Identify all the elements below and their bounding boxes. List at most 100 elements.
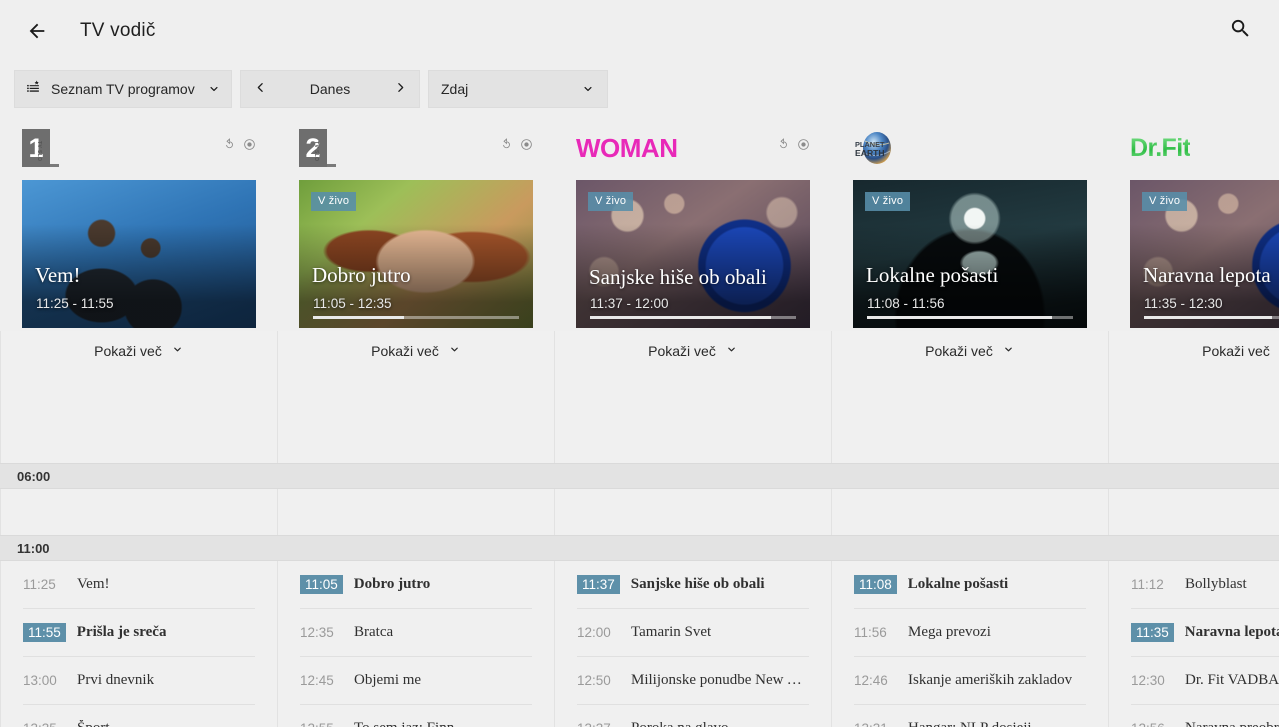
- program-name: Vem!: [77, 576, 110, 592]
- program-name: Hangar: NLP dosjeji: [908, 720, 1032, 727]
- program-row[interactable]: 11:25 Vem!: [23, 561, 255, 609]
- channel-header-dr-fit: Dr.Fit: [1108, 118, 1279, 178]
- program-row[interactable]: 11:05 Dobro jutro: [300, 561, 532, 609]
- program-name: Naravna preobrazba: [1185, 720, 1279, 727]
- program-row[interactable]: 11:12 Bollyblast: [1131, 561, 1279, 609]
- record-icon[interactable]: [797, 138, 810, 156]
- program-name: Sanjske hiše ob obali: [630, 576, 765, 592]
- program-row[interactable]: 11:56 Mega prevozi: [854, 609, 1086, 657]
- featured-program-card[interactable]: Vem! 11:25 - 11:55: [22, 180, 256, 328]
- program-name: Objemi me: [354, 672, 422, 688]
- progress-bar: [1144, 316, 1279, 319]
- program-name: Prvi dnevnik: [77, 672, 155, 688]
- featured-program-card[interactable]: V živo Dobro jutro 11:05 - 12:35: [299, 180, 533, 328]
- show-more-button[interactable]: Pokaži več: [23, 331, 255, 371]
- channel-logo-dr-fit[interactable]: Dr.Fit: [1130, 134, 1191, 163]
- featured-program-time: 11:37 - 12:00: [590, 296, 669, 311]
- channel-actions: [777, 138, 810, 156]
- replay-icon[interactable]: [223, 138, 236, 156]
- show-more-button[interactable]: Pokaži več: [1131, 331, 1279, 371]
- day-selector[interactable]: Danes: [240, 70, 420, 108]
- featured-program-card[interactable]: V živo Sanjske hiše ob obali 11:37 - 12:00: [576, 180, 810, 328]
- channel-list-dropdown[interactable]: Seznam TV programov: [14, 70, 232, 108]
- program-time: 12:56: [1131, 721, 1185, 727]
- replay-icon[interactable]: [500, 138, 513, 156]
- program-row[interactable]: 11:37 Sanjske hiše ob obali: [577, 561, 809, 609]
- search-button[interactable]: [1217, 8, 1263, 54]
- featured-program-card[interactable]: V živo Lokalne pošasti 11:08 - 11:56: [853, 180, 1087, 328]
- program-row[interactable]: 13:31Hangar: NLP dosjeji: [854, 705, 1086, 727]
- featured-program-card[interactable]: V živo Naravna lepota 11:35 - 12:30: [1130, 180, 1279, 328]
- channel-logo-row: 1 TV SLO 2 TV SLO WOMAN PLANET EARTH Dr.Fit: [0, 118, 1279, 178]
- program-name: Bratca: [354, 624, 394, 640]
- program-row[interactable]: 13:35Šport: [23, 705, 255, 727]
- program-time: 12:00: [577, 625, 611, 640]
- live-badge: V živo: [1142, 192, 1188, 211]
- show-more-label: Pokaži več: [648, 343, 716, 359]
- replay-icon[interactable]: [777, 138, 790, 156]
- featured-program-title: Dobro jutro: [312, 263, 411, 287]
- program-row[interactable]: 12:45 Objemi me: [300, 657, 532, 705]
- program-row[interactable]: 11:08 Lokalne pošasti: [854, 561, 1086, 609]
- channel-logo-woman[interactable]: WOMAN: [576, 133, 678, 164]
- progress-fill: [867, 316, 1053, 319]
- earlier-block: Pokaži več: [1, 331, 277, 371]
- program-time: 11:12: [1131, 577, 1164, 592]
- progress-bar: [867, 316, 1073, 319]
- listing-column-planet-earth: Pokaži več 11:08 Lokalne pošasti 11:56 Mega …: [831, 331, 1109, 727]
- program-row[interactable]: 12:50 Milijonske ponudbe New Y…: [577, 657, 809, 705]
- previous-day-button[interactable]: [249, 74, 271, 104]
- record-icon[interactable]: [243, 138, 256, 156]
- program-row[interactable]: 12:35 Bratca: [300, 609, 532, 657]
- featured-program-title: Vem!: [35, 263, 81, 287]
- program-time: 12:50: [577, 673, 611, 688]
- progress-bar: [590, 316, 796, 319]
- program-time: 12:46: [854, 673, 888, 688]
- chevron-right-icon: [394, 81, 407, 97]
- listing-column-tv-slo-1: Pokaži več 11:25 Vem! 11:55 Prišla je sreča 1…: [0, 331, 278, 727]
- channel-logo-tv-slo-1[interactable]: 1 TV SLO: [22, 129, 59, 167]
- channel-actions: [223, 138, 256, 156]
- show-more-button[interactable]: Pokaži več: [854, 331, 1086, 371]
- program-row[interactable]: 11:35 Naravna lepota: [1131, 609, 1279, 657]
- back-button[interactable]: [14, 8, 60, 54]
- featured-program-title: Sanjske hiše ob obali: [589, 265, 767, 289]
- program-name: Mega prevozi: [908, 624, 991, 640]
- program-row[interactable]: 12:46 Iskanje ameriških zakladov: [854, 657, 1086, 705]
- channel-header-woman: WOMAN: [554, 118, 832, 178]
- program-row[interactable]: 12:30 Dr. Fit VADBA: [1131, 657, 1279, 705]
- program-row[interactable]: 13:00 Prvi dnevnik: [23, 657, 255, 705]
- chevron-down-icon: [207, 82, 221, 96]
- program-time: 11:25: [23, 577, 56, 592]
- program-name: Naravna lepota: [1184, 624, 1279, 640]
- program-row[interactable]: 12:00 Tamarin Svet: [577, 609, 809, 657]
- program-name: Tamarin Svet: [631, 624, 712, 640]
- program-time: 13:35: [23, 721, 77, 727]
- chevron-down-icon: [581, 82, 595, 96]
- featured-program-time: 11:08 - 11:56: [867, 296, 945, 311]
- program-name: Šport: [77, 720, 110, 727]
- record-icon[interactable]: [520, 138, 533, 156]
- app-bar: TV vodič: [0, 0, 1279, 62]
- featured-cell-dr-fit: V živo Naravna lepota 11:35 - 12:30: [1108, 178, 1279, 331]
- show-more-button[interactable]: Pokaži več: [577, 331, 809, 371]
- show-more-label: Pokaži več: [1202, 343, 1270, 359]
- show-more-label: Pokaži več: [925, 343, 993, 359]
- channel-actions: [500, 138, 533, 156]
- program-name: To sem jaz: Finn: [354, 720, 454, 727]
- program-row[interactable]: 11:55 Prišla je sreča: [23, 609, 255, 657]
- earlier-block: Pokaži več: [555, 331, 831, 371]
- program-name: Prišla je sreča: [76, 624, 167, 640]
- program-row[interactable]: 12:56Naravna preobrazba: [1131, 705, 1279, 727]
- day-label: Danes: [309, 81, 351, 97]
- channel-logo-tv-slo-2[interactable]: 2 TV SLO: [299, 129, 336, 167]
- program-row[interactable]: 13:37Poroka na glavo: [577, 705, 809, 727]
- featured-program-row: Vem! 11:25 - 11:55 V živo Dobro jutro 11:05 …: [0, 178, 1279, 331]
- time-filter-dropdown[interactable]: Zdaj: [428, 70, 608, 108]
- show-more-button[interactable]: Pokaži več: [300, 331, 532, 371]
- program-row[interactable]: 12:55To sem jaz: Finn: [300, 705, 532, 727]
- channel-logo-planet-earth[interactable]: PLANET EARTH: [853, 129, 897, 167]
- next-day-button[interactable]: [389, 74, 411, 104]
- channel-header-planet-earth: PLANET EARTH: [831, 118, 1109, 178]
- live-badge: V živo: [588, 192, 634, 211]
